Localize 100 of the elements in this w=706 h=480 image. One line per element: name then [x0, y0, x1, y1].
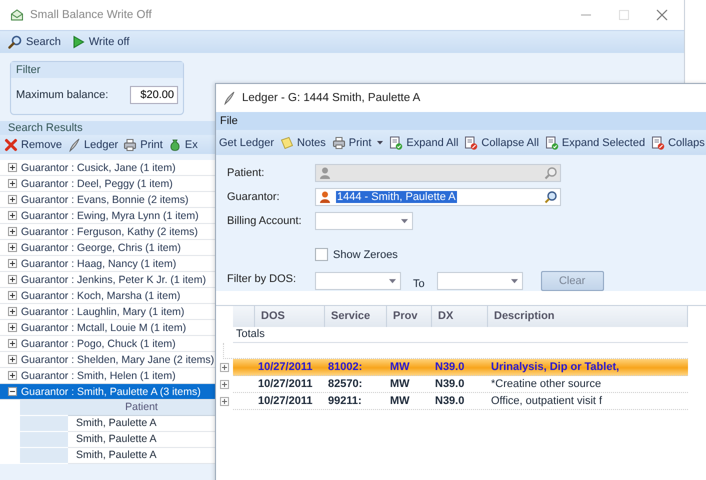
- printer-icon: [123, 138, 138, 152]
- group-row[interactable]: Guarantor : Ewing, Myra Lynn (1 item): [0, 208, 215, 224]
- column-header[interactable]: Service: [325, 306, 387, 327]
- table-cell-text: *Creatine other source: [490, 378, 602, 390]
- group-label: Guarantor : Pogo, Chuck (1 item): [21, 338, 176, 350]
- close-icon[interactable]: [656, 9, 668, 21]
- group-row[interactable]: Guarantor : Shelden, Mary Jane (2 items): [0, 352, 215, 368]
- toolbar-button[interactable]: Notes: [279, 134, 327, 150]
- group-label: Guarantor : Laughlin, Mary (1 item): [21, 306, 184, 318]
- expand-icon[interactable]: [8, 339, 17, 348]
- window-title: Small Balance Write Off: [30, 9, 152, 21]
- table-cell-text: 10/27/2011: [257, 361, 314, 373]
- expand-icon[interactable]: [8, 211, 17, 220]
- group-label: Guarantor : Smith, Paulette A (3 items): [21, 386, 201, 398]
- totals-label: Totals: [233, 327, 688, 343]
- group-label: Guarantor : Ferguson, Kathy (2 items): [21, 226, 198, 238]
- toolbar-button[interactable]: Ledger: [66, 136, 120, 152]
- expand-icon[interactable]: [8, 275, 17, 284]
- caret-icon[interactable]: [510, 278, 518, 284]
- expand-icon[interactable]: [220, 363, 229, 372]
- window-title: Ledger - G: 1444 Smith, Paulette A: [242, 92, 420, 104]
- column-header[interactable]: DOS: [255, 306, 325, 327]
- table-cell-text: Office, outpatient visit f: [490, 395, 604, 407]
- group-label: Guarantor : Haag, Nancy (1 item): [21, 258, 176, 270]
- group-row[interactable]: Guarantor : Laughlin, Mary (1 item): [0, 304, 215, 320]
- toolbar-button[interactable]: Print: [330, 134, 384, 150]
- expand-icon[interactable]: [220, 397, 229, 406]
- group-label: Guarantor : George, Chris (1 item): [21, 242, 181, 254]
- group-label: Guarantor : Cusick, Jane (1 item): [21, 162, 176, 174]
- group-label: Guarantor : Mctall, Louie M (1 item): [21, 322, 186, 334]
- column-header[interactable]: Description: [488, 306, 688, 327]
- expand-icon[interactable]: [8, 355, 17, 364]
- group-label: Guarantor : Shelden, Mary Jane (2 items): [21, 354, 214, 366]
- group-row[interactable]: Guarantor : Smith, Paulette A (3 items): [0, 384, 215, 400]
- group-row[interactable]: Guarantor : Evans, Bonnie (2 items): [0, 192, 215, 208]
- expand-icon[interactable]: [8, 195, 17, 204]
- field-label: To: [413, 278, 425, 290]
- expand-icon[interactable]: [8, 259, 17, 268]
- expand-icon[interactable]: [8, 307, 17, 316]
- caret-icon[interactable]: [389, 278, 396, 284]
- expand-icon[interactable]: [220, 380, 229, 389]
- group-row[interactable]: Guarantor : Pogo, Chuck (1 item): [0, 336, 215, 352]
- note-icon: [280, 136, 294, 150]
- group-row[interactable]: Guarantor : Mctall, Louie M (1 item): [0, 320, 215, 336]
- toolbar-button[interactable]: Collaps: [650, 134, 706, 150]
- expand-icon[interactable]: [8, 227, 17, 236]
- field-label: Maximum balance:: [16, 89, 108, 101]
- group-label: Guarantor : Koch, Marsha (1 item): [21, 290, 180, 302]
- play-icon: [70, 35, 85, 49]
- show-zeroes-checkbox[interactable]: Show Zeroes: [315, 248, 706, 261]
- ledger-row[interactable]: 10/27/2011 82570: MW N39.0 *Creatine other source: [233, 376, 688, 393]
- group-row[interactable]: Guarantor : Cusick, Jane (1 item): [0, 160, 215, 176]
- collapse-icon[interactable]: [8, 387, 17, 396]
- guarantor-field[interactable]: 1444 - Smith, Paulette A: [315, 188, 561, 206]
- group-label: Guarantor : Smith, Helen (1 item): [21, 370, 176, 382]
- search-icon: [8, 35, 22, 49]
- ledger-row[interactable]: 10/27/2011 99211: MW N39.0 Office, outpatient visit f: [233, 393, 688, 410]
- search-icon[interactable]: [544, 190, 558, 204]
- ledger-row[interactable]: 10/27/2011 81002: MW N39.0 Urinalysis, Dip or Tablet,: [233, 359, 688, 376]
- group-row[interactable]: Guarantor : Ferguson, Kathy (2 items): [0, 224, 215, 240]
- toolbar-button[interactable]: Write off: [68, 34, 132, 50]
- table-cell-text: 81002:: [327, 361, 364, 373]
- table-cell-text: N39.0: [434, 361, 466, 373]
- column-header[interactable]: DX: [432, 306, 488, 327]
- expand-icon[interactable]: [8, 323, 17, 332]
- table-cell-text: MW: [389, 378, 411, 390]
- quill-icon: [66, 138, 81, 152]
- envelope-icon: [10, 8, 24, 22]
- toolbar-button[interactable]: Expand All: [388, 134, 460, 150]
- toolbar-button[interactable]: Print: [122, 136, 164, 152]
- column-header[interactable]: Patient: [68, 400, 215, 416]
- caret-icon[interactable]: [401, 218, 408, 224]
- table-cell-text: N39.0: [434, 395, 466, 407]
- toolbar-button[interactable]: Search: [6, 34, 63, 50]
- field-label: Filter by DOS:: [227, 273, 298, 285]
- group-row[interactable]: Guarantor : Jenkins, Peter K Jr. (1 item): [0, 272, 215, 288]
- document-check-icon: [544, 136, 559, 150]
- close-icon: [4, 138, 18, 152]
- toolbar-button[interactable]: Remove: [3, 136, 63, 152]
- toolbar-button[interactable]: Collapse All: [463, 134, 540, 150]
- toolbar-button[interactable]: Ex: [166, 136, 199, 152]
- group-label: Guarantor : Ewing, Myra Lynn (1 item): [21, 210, 199, 222]
- toolbar-button[interactable]: Expand Selected: [544, 134, 646, 150]
- printer-icon: [332, 136, 346, 150]
- balance-field[interactable]: $20.00: [130, 86, 178, 104]
- expand-icon[interactable]: [8, 163, 17, 172]
- expand-icon[interactable]: [8, 291, 17, 300]
- toolbar-button[interactable]: Get Ledger: [218, 136, 276, 150]
- column-header[interactable]: Prov: [387, 306, 432, 327]
- group-row[interactable]: Guarantor : Haag, Nancy (1 item): [0, 256, 215, 272]
- table-cell-text: 99211:: [327, 395, 363, 407]
- field-label: Guarantor:: [227, 191, 281, 203]
- group-row[interactable]: Guarantor : George, Chris (1 item): [0, 240, 215, 256]
- expand-icon[interactable]: [8, 243, 17, 252]
- group-row[interactable]: Guarantor : Koch, Marsha (1 item): [0, 288, 215, 304]
- filter-title: Filter: [11, 62, 183, 78]
- expand-icon[interactable]: [8, 371, 17, 380]
- expand-icon[interactable]: [8, 179, 17, 188]
- group-row[interactable]: Guarantor : Deel, Peggy (1 item): [0, 176, 215, 192]
- quill-icon: [222, 91, 236, 105]
